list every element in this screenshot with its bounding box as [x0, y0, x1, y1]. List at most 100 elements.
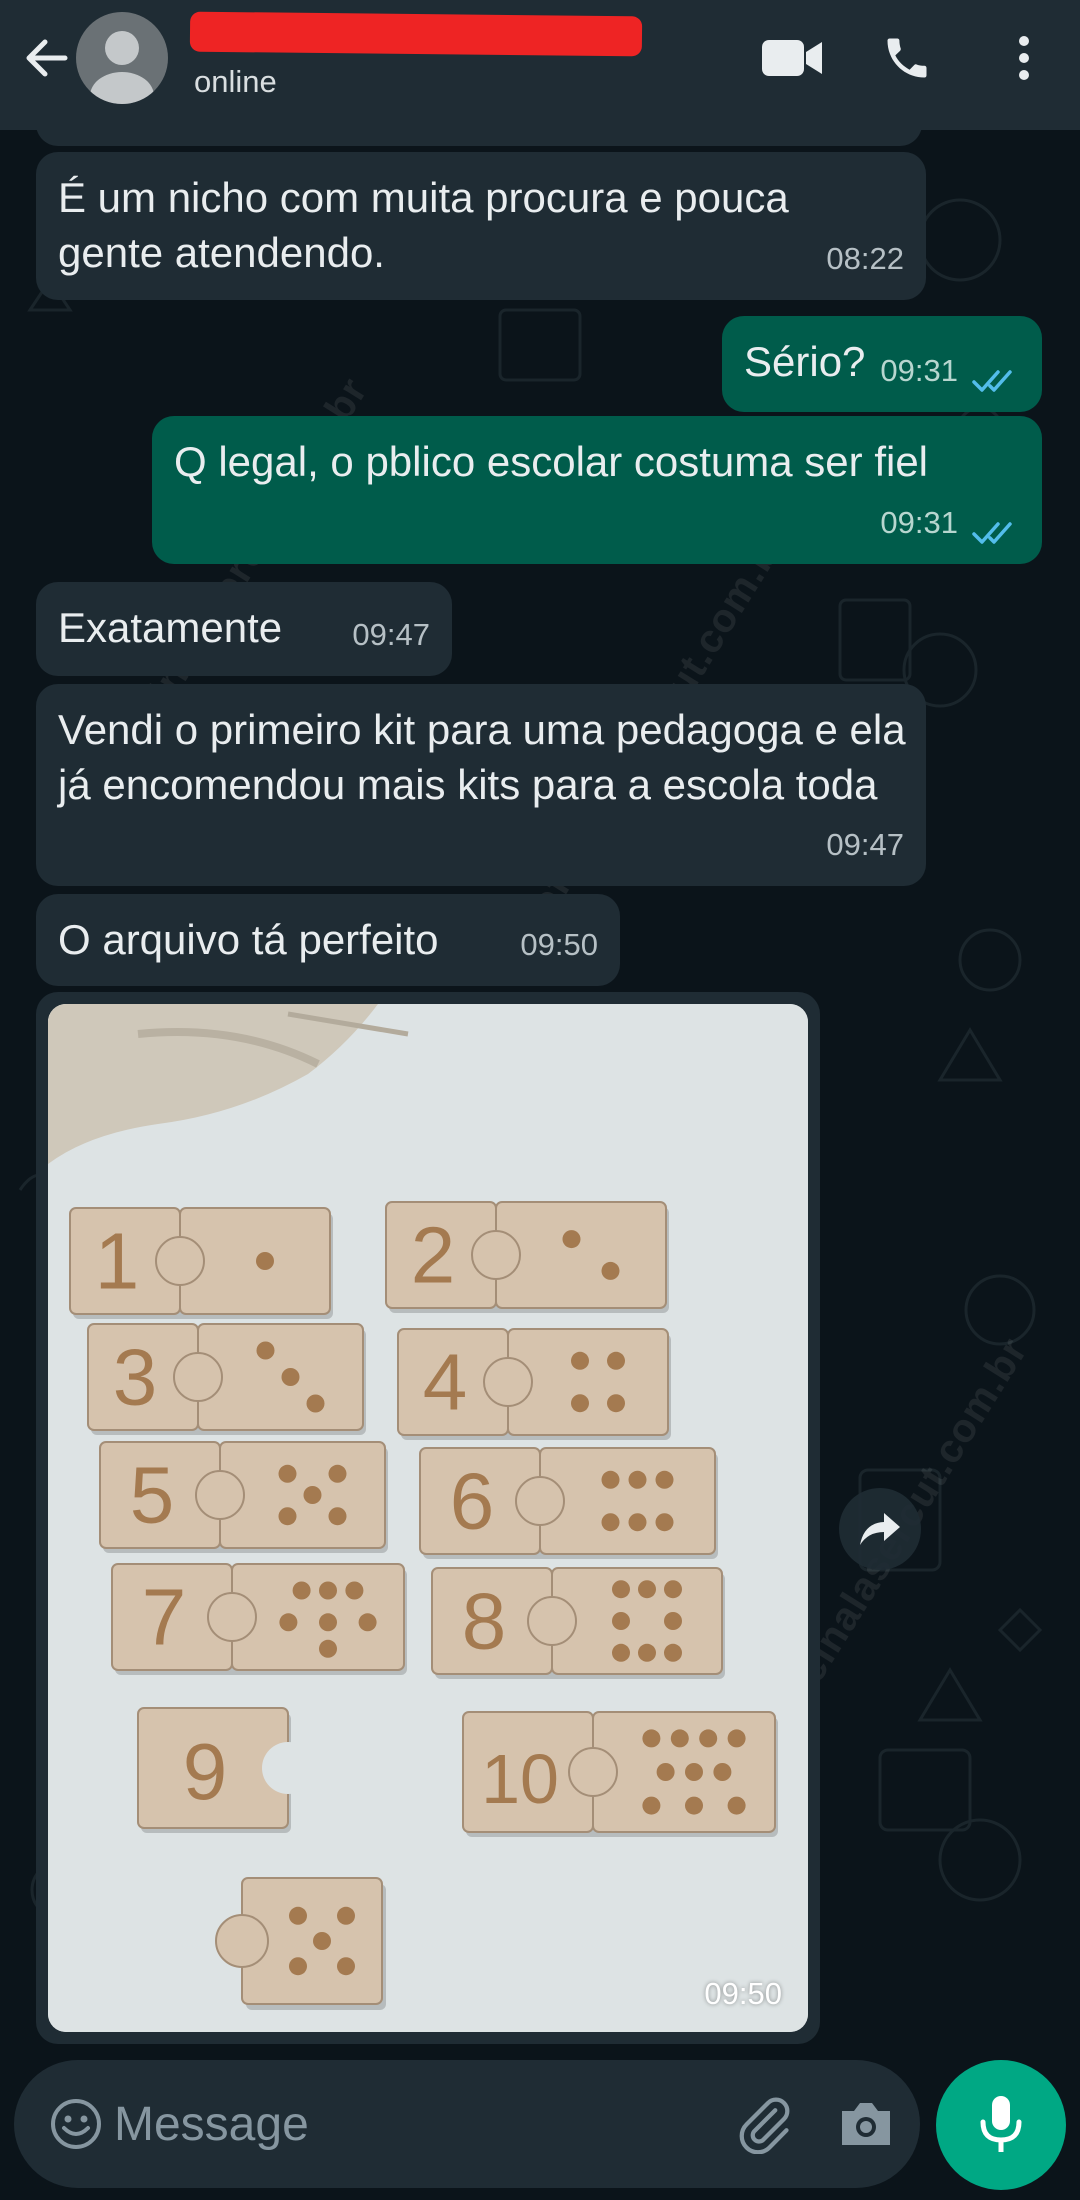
engraved-number: 6	[450, 1457, 495, 1546]
puzzle-knob	[515, 1476, 565, 1526]
image-message-bubble[interactable]: 1 2 3 4 5 6 7 8 9 10 09:50	[36, 992, 820, 2044]
attach-button[interactable]	[728, 2088, 800, 2160]
message-time: 09:47	[826, 827, 904, 862]
engraved-dot	[328, 1464, 347, 1483]
video-call-icon	[762, 40, 822, 76]
puzzle-knob	[195, 1470, 245, 1520]
engraved-dot	[727, 1729, 746, 1748]
engraved-dot	[256, 1341, 275, 1360]
engraved-dot	[607, 1351, 625, 1370]
engraved-dot	[628, 1513, 647, 1532]
message-text: Vendi o primeiro kit para uma pedagoga e…	[58, 706, 906, 808]
back-button[interactable]	[18, 30, 74, 86]
engraved-dot	[628, 1470, 647, 1489]
engraved-dot	[292, 1581, 311, 1600]
message-text: É um nicho com muita procura e pouca gen…	[58, 174, 789, 276]
message-bubble[interactable]: Q legal, o pblico escolar costuma ser fi…	[152, 416, 1042, 564]
emoji-icon	[51, 2099, 101, 2149]
engraved-dot	[319, 1581, 337, 1600]
dots-piece	[231, 1563, 405, 1671]
dots-piece	[551, 1567, 723, 1675]
engraved-dot	[642, 1729, 661, 1748]
chat-header: Fe online	[0, 0, 1080, 130]
voice-message-button[interactable]	[936, 2060, 1066, 2190]
engraved-dot	[562, 1230, 581, 1249]
engraved-dot	[256, 1252, 274, 1270]
mic-icon	[980, 2096, 1022, 2152]
engraved-dot	[313, 1932, 331, 1950]
engraved-dot	[638, 1580, 656, 1599]
message-time: 09:31	[880, 505, 958, 540]
dots-piece	[592, 1711, 776, 1833]
engraved-dot	[612, 1612, 630, 1630]
engraved-dot	[571, 1394, 589, 1413]
message-text: O arquivo tá perfeito	[58, 916, 439, 963]
image-time: 09:50	[704, 1976, 782, 2011]
dots-piece	[495, 1201, 667, 1309]
engraved-number: 8	[462, 1577, 507, 1666]
engraved-number: 2	[411, 1211, 456, 1300]
engraved-dot	[655, 1513, 674, 1532]
engraved-number: 9	[183, 1727, 228, 1816]
more-vert-icon	[1019, 36, 1029, 80]
engraved-number: 3	[113, 1333, 158, 1422]
engraved-dot	[655, 1470, 674, 1489]
engraved-dot	[289, 1906, 307, 1925]
engraved-dot	[656, 1763, 675, 1781]
dots-piece	[539, 1447, 716, 1555]
contact-status: online	[194, 64, 277, 99]
message-time: 09:47	[352, 617, 430, 652]
more-options-button[interactable]	[988, 22, 1060, 94]
message-bubble-partial	[36, 130, 922, 146]
engraved-dot	[670, 1729, 689, 1748]
puzzle-socket	[262, 1742, 314, 1794]
message-time: 08:22	[826, 241, 904, 276]
avatar[interactable]	[76, 12, 168, 104]
puzzle-knob	[471, 1230, 521, 1280]
chat-area[interactable]: oficinalasercut.com.br oficinalasercut.c…	[0, 130, 1080, 2050]
engraved-dot	[571, 1351, 589, 1370]
engraved-dot	[601, 1470, 620, 1489]
engraved-dot	[642, 1796, 661, 1815]
puzzle-knob	[483, 1357, 533, 1407]
puzzle-knob	[215, 1914, 269, 1968]
voice-call-button[interactable]	[871, 22, 943, 94]
engraved-dot	[664, 1612, 682, 1630]
emoji-button[interactable]	[42, 2090, 110, 2158]
engraved-dot	[319, 1639, 337, 1658]
forward-icon	[860, 1513, 900, 1545]
engraved-dot	[303, 1486, 322, 1504]
forward-button[interactable]	[839, 1488, 921, 1570]
engraved-dot	[337, 1957, 355, 1976]
camera-button[interactable]	[830, 2088, 902, 2160]
camera-icon	[842, 2103, 890, 2145]
engraved-dot	[727, 1796, 746, 1815]
engraved-dot	[337, 1906, 355, 1925]
engraved-dot	[358, 1613, 377, 1632]
engraved-dot	[607, 1394, 625, 1413]
puzzle-knob	[568, 1747, 618, 1797]
message-composer	[14, 2060, 920, 2188]
engraved-dot	[699, 1729, 718, 1748]
engraved-dot	[319, 1613, 337, 1632]
message-bubble[interactable]: O arquivo tá perfeito 09:50	[36, 894, 620, 986]
engraved-dot	[664, 1580, 682, 1599]
message-bubble[interactable]: Vendi o primeiro kit para uma pedagoga e…	[36, 684, 926, 886]
engraved-dot	[279, 1613, 298, 1632]
message-text: Q legal, o pblico escolar costuma ser fi…	[174, 438, 929, 485]
message-bubble[interactable]: Exatamente 09:47	[36, 582, 452, 676]
message-bubble[interactable]: Sério? 09:31	[722, 316, 1042, 412]
video-call-button[interactable]	[756, 22, 828, 94]
engraved-number: 1	[95, 1217, 140, 1306]
engraved-number: 5	[130, 1451, 175, 1540]
message-input[interactable]	[114, 2084, 714, 2164]
engraved-dot	[612, 1643, 630, 1662]
engraved-dot	[278, 1464, 297, 1483]
attach-icon	[739, 2097, 790, 2154]
message-bubble[interactable]: É um nicho com muita procura e pouca gen…	[36, 152, 926, 300]
photo-wooden-number-puzzle[interactable]: 1 2 3 4 5 6 7 8 9 10 09:50	[48, 1004, 808, 2032]
read-ticks-icon	[972, 522, 1012, 544]
engraved-dot	[306, 1394, 325, 1413]
message-time: 09:50	[520, 927, 598, 962]
engraved-number: 4	[423, 1338, 468, 1427]
